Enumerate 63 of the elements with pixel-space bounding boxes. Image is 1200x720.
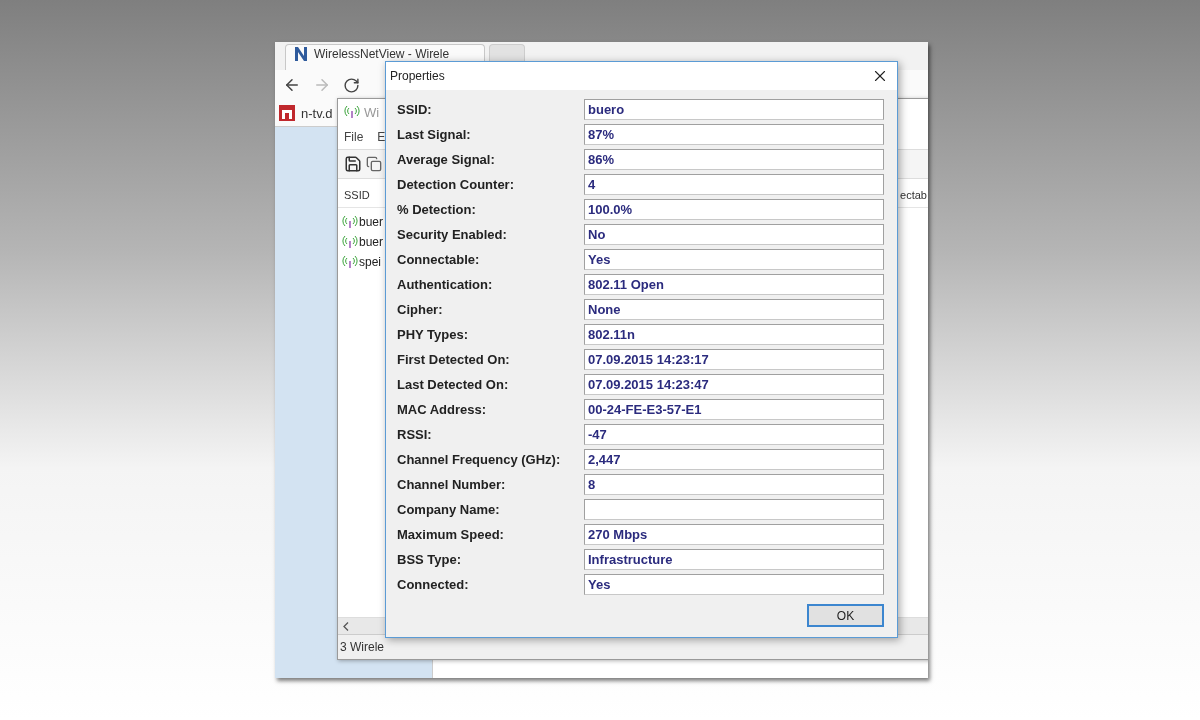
copy-icon[interactable] bbox=[366, 156, 382, 172]
field-label: % Detection: bbox=[397, 202, 477, 217]
field-label: Last Detected On: bbox=[397, 377, 510, 392]
dialog-title: Properties bbox=[390, 69, 445, 83]
save-icon[interactable] bbox=[344, 155, 362, 173]
value-field[interactable]: 87% bbox=[584, 124, 884, 145]
value-field[interactable]: 07.09.2015 14:23:47 bbox=[584, 374, 884, 395]
field-label: Detection Counter: bbox=[397, 177, 515, 192]
field-label: Channel Number: bbox=[397, 477, 507, 492]
scroll-left-icon[interactable] bbox=[343, 621, 349, 631]
column-header[interactable]: SSID bbox=[344, 189, 370, 201]
network-name[interactable]: buer bbox=[359, 235, 384, 249]
value-field[interactable]: Yes bbox=[584, 249, 884, 270]
field-label: Average Signal: bbox=[397, 152, 496, 167]
field-label: BSS Type: bbox=[397, 552, 463, 567]
wifi-antenna-icon bbox=[342, 236, 358, 248]
value-field[interactable]: 802.11 Open bbox=[584, 274, 884, 295]
field-label: Connectable: bbox=[397, 252, 481, 267]
field-label: Channel Frequency (GHz): bbox=[397, 452, 562, 467]
value-field[interactable] bbox=[584, 499, 884, 520]
field-label: Security Enabled: bbox=[397, 227, 508, 242]
reload-icon[interactable] bbox=[343, 76, 360, 94]
value-field[interactable]: 270 Mbps bbox=[584, 524, 884, 545]
value-field[interactable]: Yes bbox=[584, 574, 884, 595]
value-field[interactable]: 802.11n bbox=[584, 324, 884, 345]
wifi-antenna-icon bbox=[342, 256, 358, 268]
value-field[interactable]: No bbox=[584, 224, 884, 245]
app-logo-icon bbox=[294, 45, 308, 62]
network-name[interactable]: spei bbox=[359, 255, 381, 269]
field-label: Maximum Speed: bbox=[397, 527, 505, 542]
value-field[interactable]: 8 bbox=[584, 474, 884, 495]
menu-item[interactable]: E bbox=[377, 130, 386, 144]
menu-item[interactable]: File bbox=[344, 130, 364, 144]
value-field[interactable]: 86% bbox=[584, 149, 884, 170]
bookmark-link[interactable]: n-tv.d bbox=[301, 105, 333, 121]
value-field[interactable]: 100.0% bbox=[584, 199, 884, 220]
value-field[interactable]: None bbox=[584, 299, 884, 320]
field-label: Cipher: bbox=[397, 302, 444, 317]
value-field[interactable]: 2,447 bbox=[584, 449, 884, 470]
value-field[interactable]: -47 bbox=[584, 424, 884, 445]
value-field[interactable]: Infrastructure bbox=[584, 549, 884, 570]
network-name[interactable]: buer bbox=[359, 215, 384, 229]
field-label: First Detected On: bbox=[397, 352, 511, 367]
field-label: RSSI: bbox=[397, 427, 433, 442]
field-label: SSID: bbox=[397, 102, 433, 117]
ok-button[interactable]: OK bbox=[807, 604, 884, 627]
value-field[interactable]: 07.09.2015 14:23:17 bbox=[584, 349, 884, 370]
field-label: Company Name: bbox=[397, 502, 501, 517]
value-field[interactable]: 00-24-FE-E3-57-E1 bbox=[584, 399, 884, 420]
status-text: 3 Wirele bbox=[340, 640, 384, 654]
wifi-antenna-icon bbox=[342, 216, 358, 228]
field-label: PHY Types: bbox=[397, 327, 470, 342]
field-label: Connected: bbox=[397, 577, 470, 592]
field-label: Authentication: bbox=[397, 277, 494, 292]
value-field[interactable]: buero bbox=[584, 99, 884, 120]
window-title: Wi bbox=[364, 104, 380, 120]
field-label: Last Signal: bbox=[397, 127, 472, 142]
back-icon[interactable] bbox=[283, 76, 301, 94]
bookmark-logo-icon bbox=[279, 105, 295, 121]
wifi-antenna-icon bbox=[344, 106, 360, 118]
field-label: MAC Address: bbox=[397, 402, 488, 417]
column-header[interactable]: ectab bbox=[900, 189, 927, 201]
value-field[interactable]: 4 bbox=[584, 174, 884, 195]
